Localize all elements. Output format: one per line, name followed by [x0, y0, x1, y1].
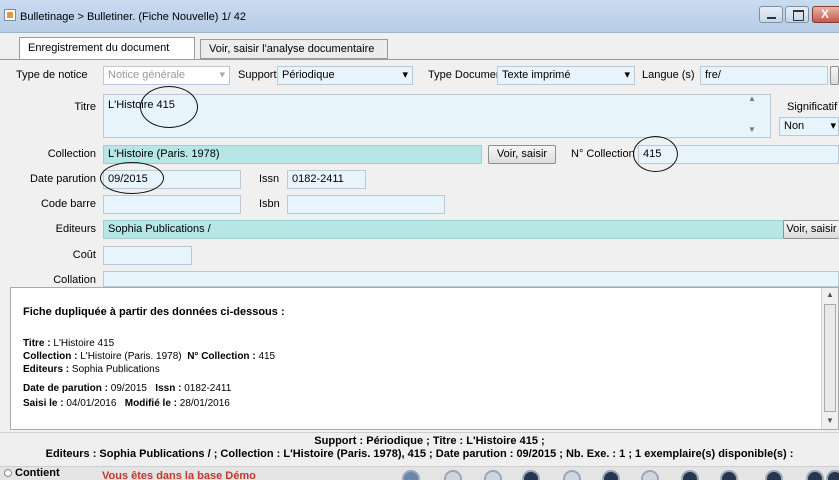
info-collection-line: Collection : L'Histoire (Paris. 1978) N°…	[23, 351, 275, 362]
cout-field[interactable]	[103, 246, 192, 265]
code-barre-label: Code barre	[40, 198, 96, 210]
chevron-down-icon: ▾	[624, 69, 630, 81]
contient-label: Contient	[15, 467, 60, 479]
info-heading: Fiche dupliquée à partir des données ci-…	[23, 306, 285, 318]
langue-field[interactable]: fre/	[700, 66, 828, 85]
type-notice-label: Type de notice	[16, 69, 88, 81]
close-icon[interactable]: X	[812, 6, 839, 23]
info-editeurs-value: Sophia Publications	[71, 364, 160, 375]
minimize-icon[interactable]	[759, 6, 783, 23]
issn-field[interactable]: 0182-2411	[287, 170, 366, 189]
chevron-down-icon: ▾	[402, 69, 408, 81]
window-titlebar: Bulletinage > Bulletiner. (Fiche Nouvell…	[0, 0, 839, 33]
langue-label: Langue (s)	[642, 69, 695, 81]
titre-textarea[interactable]: L'Histoire 415	[103, 94, 771, 138]
info-titre-line: Titre : L'Histoire 415	[23, 338, 114, 349]
type-document-select[interactable]: Texte imprimé ▾	[497, 66, 635, 85]
scroll-up-icon[interactable]: ▲	[748, 94, 756, 103]
type-notice-select[interactable]: Notice générale ▾	[103, 66, 230, 85]
info-titre-key: Titre :	[23, 338, 51, 349]
info-saisi-line: Saisi le : 04/01/2016 Modifié le : 28/01…	[23, 398, 230, 409]
info-date-line: Date de parution : 09/2015 Issn : 0182-2…	[23, 383, 231, 394]
info-collection-value: L'Histoire (Paris. 1978)	[80, 351, 182, 362]
info-titre-value: L'Histoire 415	[53, 338, 115, 349]
date-parution-label: Date parution	[29, 173, 96, 185]
info-ncoll-value: 415	[258, 351, 276, 362]
demo-message: Vous êtes dans la base Démo	[102, 470, 256, 480]
chevron-down-icon: ▾	[830, 120, 836, 132]
info-scrollbar[interactable]: ▲ ▼	[821, 288, 838, 429]
support-value: Périodique	[282, 69, 335, 81]
contient-radio[interactable]	[4, 469, 12, 477]
collection-value: L'Histoire (Paris. 1978)	[108, 148, 220, 160]
status-summary: Support : Périodique ; Titre : L'Histoir…	[0, 432, 839, 466]
significatif-label: Significatif	[787, 101, 838, 113]
titre-label: Titre	[74, 101, 96, 113]
isbn-field[interactable]	[287, 195, 445, 214]
significatif-value: Non	[784, 120, 805, 132]
app-icon	[4, 9, 16, 21]
langue-more-button[interactable]	[830, 66, 839, 85]
editeurs-field[interactable]: Sophia Publications /	[103, 220, 824, 239]
scroll-down-icon[interactable]: ▼	[748, 125, 756, 134]
info-ncoll-key: N° Collection :	[187, 351, 256, 362]
info-modifie-key: Modifié le :	[124, 398, 177, 409]
duplicate-info-panel: Fiche dupliquée à partir des données ci-…	[10, 287, 839, 430]
support-select[interactable]: Périodique ▾	[277, 66, 413, 85]
tab-analyse-documentaire[interactable]: Voir, saisir l'analyse documentaire	[200, 39, 388, 59]
info-editeurs-line: Editeurs : Sophia Publications	[23, 364, 160, 375]
issn-label: Issn	[259, 173, 280, 185]
annotation-circle-n-collection	[633, 136, 678, 172]
annotation-circle-titre	[140, 86, 198, 128]
info-date-key: Date de parution :	[23, 383, 109, 394]
type-document-label: Type Document	[428, 69, 506, 81]
info-editeurs-key: Editeurs :	[23, 364, 70, 375]
help-icon[interactable]	[826, 470, 839, 480]
tab-divider	[0, 59, 839, 60]
editeurs-voir-saisir-button[interactable]: Voir, saisir	[783, 220, 839, 239]
type-notice-value: Notice générale	[108, 69, 186, 81]
editeurs-label: Editeurs	[55, 223, 96, 235]
collection-label: Collection	[47, 148, 96, 160]
support-label: Support	[238, 69, 277, 81]
status-line-2: Editeurs : Sophia Publications / ; Colle…	[45, 448, 794, 460]
significatif-select[interactable]: Non ▾	[779, 117, 839, 136]
info-modifie-value: 28/01/2016	[179, 398, 230, 409]
window-title: Bulletinage > Bulletiner. (Fiche Nouvell…	[20, 11, 246, 23]
collation-field[interactable]	[103, 271, 839, 287]
langue-value: fre/	[705, 69, 721, 81]
type-document-value: Texte imprimé	[502, 69, 571, 81]
info-issn-key: Issn :	[155, 383, 182, 394]
maximize-icon[interactable]	[785, 6, 809, 23]
issn-value: 0182-2411	[292, 173, 344, 185]
status-line-1: Support : Périodique ; Titre : L'Histoir…	[314, 435, 545, 447]
info-saisi-key: Saisi le :	[23, 398, 64, 409]
info-date-value: 09/2015	[110, 383, 147, 394]
info-saisi-value: 04/01/2016	[66, 398, 117, 409]
annotation-circle-date	[100, 162, 164, 194]
scroll-down-icon[interactable]: ▼	[826, 416, 834, 425]
collection-voir-saisir-button[interactable]: Voir, saisir	[488, 145, 556, 164]
cout-label: Coût	[72, 249, 96, 261]
info-issn-value: 0182-2411	[184, 383, 232, 394]
titre-scrollbar[interactable]: ▲ ▼	[744, 94, 761, 137]
n-collection-label: N° Collection	[571, 148, 635, 160]
collection-field[interactable]: L'Histoire (Paris. 1978)	[103, 145, 482, 164]
info-collection-key: Collection :	[23, 351, 78, 362]
isbn-label: Isbn	[259, 198, 280, 210]
chevron-down-icon: ▾	[219, 69, 225, 81]
tab-enregistrement[interactable]: Enregistrement du document	[19, 37, 195, 60]
code-barre-field[interactable]	[103, 195, 241, 214]
collation-label: Collation	[53, 274, 96, 286]
editeurs-value: Sophia Publications /	[108, 223, 211, 235]
scroll-up-icon[interactable]: ▲	[826, 290, 834, 299]
scroll-thumb[interactable]	[824, 304, 836, 412]
